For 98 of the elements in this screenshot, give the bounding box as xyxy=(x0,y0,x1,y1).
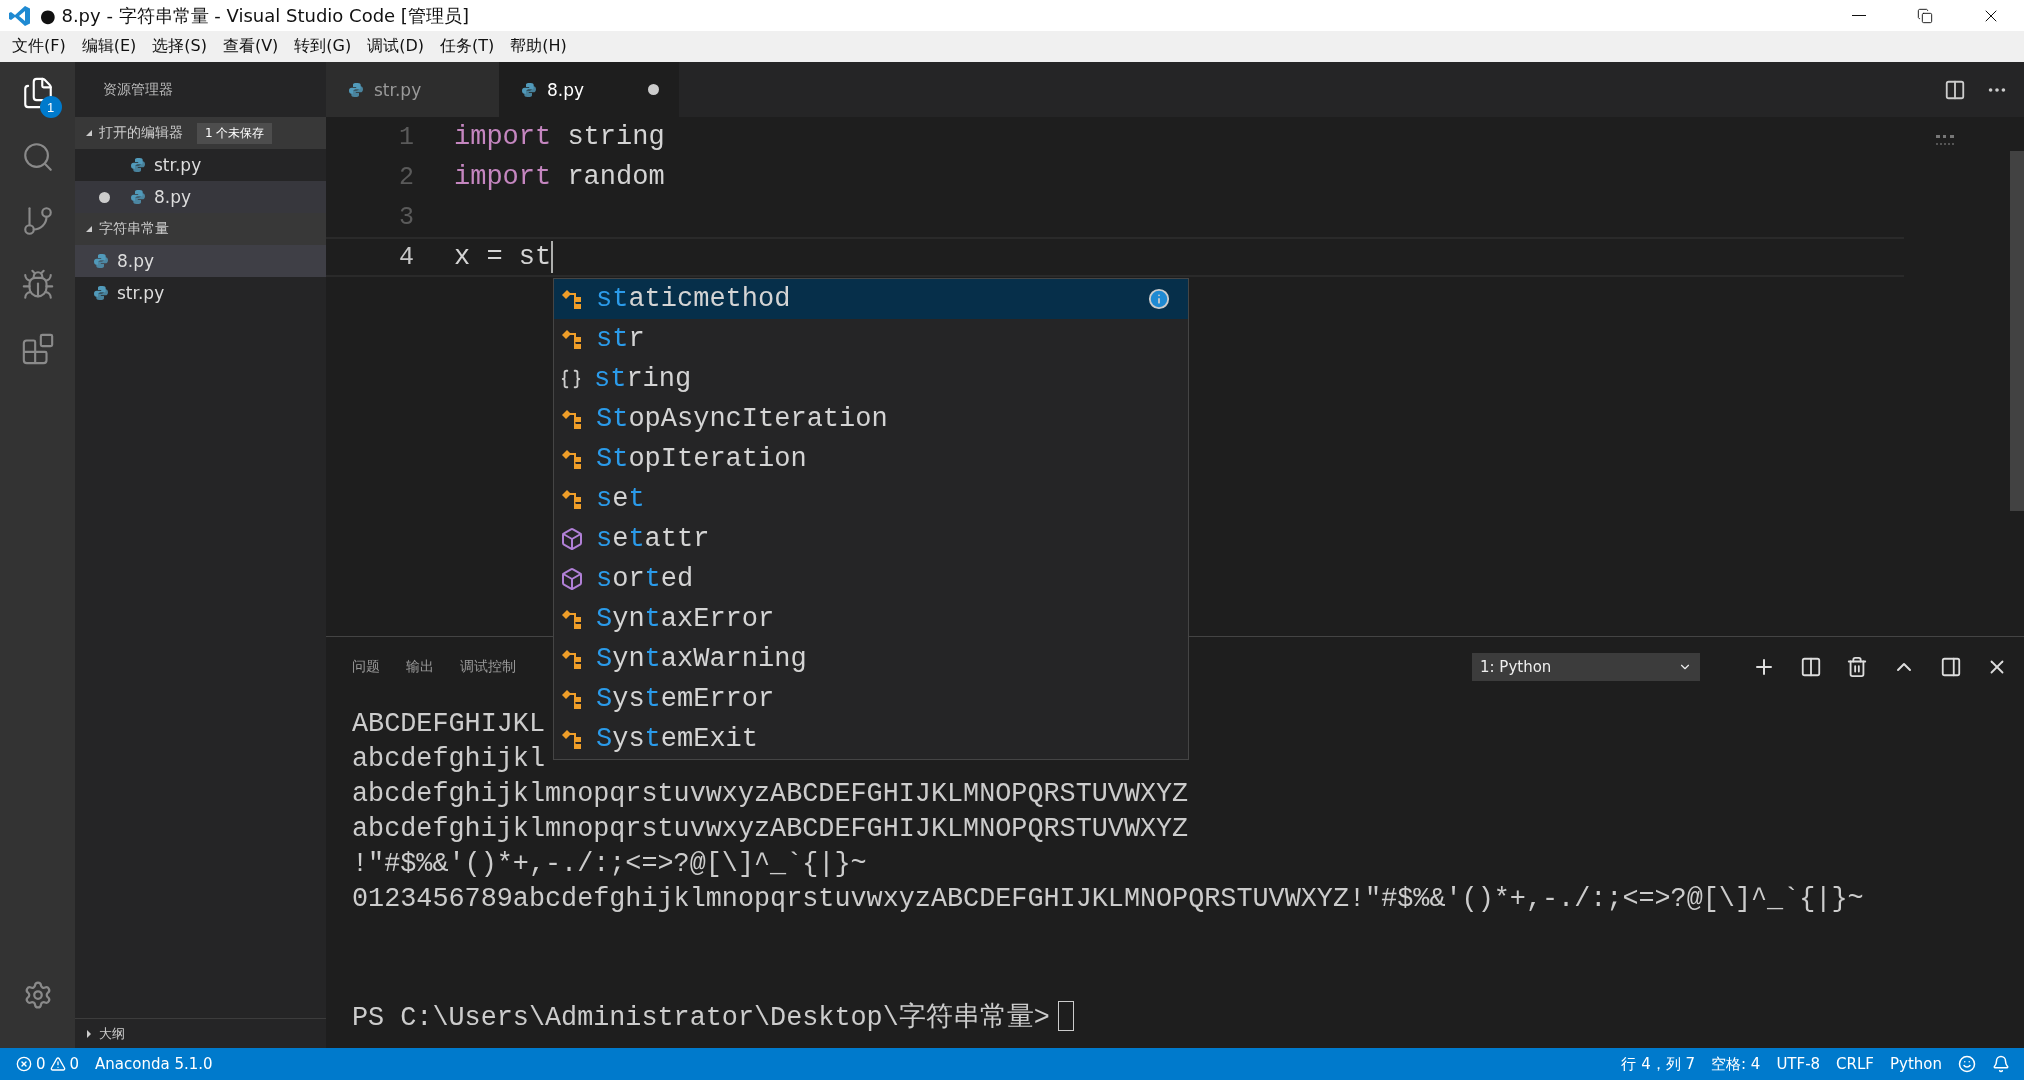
file-item[interactable]: str.py xyxy=(75,277,326,309)
braces-icon xyxy=(560,368,582,390)
explorer-button[interactable]: 1 xyxy=(11,68,64,118)
status-item[interactable]: UTF-8 xyxy=(1776,1055,1821,1073)
terminal-line: abcdefghijklmnopqrstuvwxyzABCDEFGHIJKLMNOPQRSTUVWXYZ xyxy=(352,778,1189,811)
text-cursor xyxy=(551,241,554,273)
minimap xyxy=(1936,135,1954,145)
class-icon xyxy=(560,607,584,631)
suggestion-item[interactable]: sorted xyxy=(554,559,1188,599)
sidebar-title: 资源管理器 xyxy=(102,79,174,99)
suggestion-item[interactable]: SystemError xyxy=(554,679,1188,719)
menu-item[interactable]: 选择(S) xyxy=(144,36,215,57)
python-file-icon xyxy=(348,81,364,98)
app-logo-icon xyxy=(8,3,32,28)
count-badge: 1 xyxy=(39,96,62,118)
suggestion-item[interactable]: StopIteration xyxy=(554,439,1188,479)
python-file-icon xyxy=(93,285,109,301)
trash-icon[interactable] xyxy=(1846,656,1868,678)
unsaved-dot-icon xyxy=(99,191,110,203)
terminal-cursor xyxy=(1057,1001,1074,1031)
editor-tab[interactable]: str.py xyxy=(326,62,499,117)
menu-item[interactable]: 文件(F) xyxy=(4,36,74,57)
class-icon xyxy=(560,647,584,671)
debug-icon xyxy=(20,268,55,302)
cube-icon xyxy=(560,527,584,551)
menu-item[interactable]: 调试(D) xyxy=(359,36,433,57)
menu-item[interactable]: 编辑(E) xyxy=(73,36,145,57)
feedback-icon[interactable] xyxy=(1958,1055,1976,1073)
terminal-line: abcdefghijklmnopqrstuvwxyzABCDEFGHIJKLMNOPQRSTUVWXYZ xyxy=(352,813,1189,846)
warning-icon xyxy=(49,1056,66,1072)
suggestion-item[interactable]: SyntaxWarning xyxy=(554,639,1188,679)
collapsed-arrow-icon xyxy=(85,1029,93,1038)
suggestion-item[interactable]: setattr xyxy=(554,519,1188,559)
line-number: 1 xyxy=(398,122,414,152)
code-line: x = st xyxy=(454,241,554,273)
class-icon xyxy=(560,287,584,311)
cube-icon xyxy=(560,567,584,591)
file-item[interactable]: str.py xyxy=(75,149,326,181)
terminal-line: 0123456789abcdefghijklmnopqrstuvwxyzABCDEFGHIJKLMNOPQRSTUVWXYZ!"#$%&'()*+,-./:;<=>?@[\]^_`{|}~ xyxy=(352,883,1864,916)
python-file-icon xyxy=(130,189,146,205)
minimize-icon xyxy=(1852,15,1866,16)
status-item[interactable]: 空格: 4 xyxy=(1711,1054,1761,1074)
unsaved-dot-icon xyxy=(648,84,659,95)
menu-item[interactable]: 转到(G) xyxy=(286,36,360,57)
python-file-icon xyxy=(521,81,537,98)
class-icon xyxy=(560,687,584,711)
section-header[interactable]: 打开的编辑器 1 个未保存 xyxy=(75,117,326,149)
class-icon xyxy=(560,727,584,751)
suggestion-item[interactable]: string xyxy=(554,359,1188,399)
menu-item[interactable]: 任务(T) xyxy=(432,36,503,57)
split-terminal-icon[interactable] xyxy=(1800,656,1822,678)
python-file-icon xyxy=(130,157,146,173)
suggestion-item[interactable]: staticmethod xyxy=(554,279,1188,319)
split-editor-icon[interactable] xyxy=(1944,78,1966,101)
line-number: 2 xyxy=(398,162,414,192)
code-line: import string xyxy=(454,122,665,152)
line-number: 4 xyxy=(398,242,414,272)
section-header[interactable]: 字符串常量 xyxy=(75,213,326,245)
terminal-line: !"#$%&'()*+,-./:;<=>?@[\]^_`{|}~ xyxy=(352,848,867,881)
restore-icon xyxy=(1917,7,1933,24)
menu-item[interactable]: 帮助(H) xyxy=(502,36,575,57)
terminal-line: ABCDEFGHIJKL xyxy=(352,708,545,741)
class-icon xyxy=(560,327,584,351)
file-item[interactable]: 8.py xyxy=(75,245,326,277)
file-item[interactable]: 8.py xyxy=(75,181,326,213)
terminal-line: abcdefghijkl xyxy=(352,743,545,776)
problems-status[interactable]: 0 0 xyxy=(16,1055,80,1073)
suggestion-item[interactable]: StopAsyncIteration xyxy=(554,399,1188,439)
panel-tab[interactable]: 调试控制 xyxy=(460,657,516,677)
unsaved-badge: 1 个未保存 xyxy=(197,122,273,144)
window-title: ● 8.py - 字符串常量 - Visual Studio Code [管理员] xyxy=(40,3,470,28)
python-file-icon xyxy=(93,253,109,269)
panel-tab[interactable]: 输出 xyxy=(406,657,434,677)
class-icon xyxy=(560,447,584,471)
panel-tab[interactable]: 问题 xyxy=(352,657,380,677)
expanded-arrow-icon xyxy=(85,225,93,233)
menu-item[interactable]: 查看(V) xyxy=(214,36,287,57)
suggestion-item[interactable]: set xyxy=(554,479,1188,519)
code-line: import random xyxy=(454,162,665,192)
class-icon xyxy=(560,407,584,431)
suggestion-item[interactable]: str xyxy=(554,319,1188,359)
terminal-prompt: PS C:\Users\Administrator\Desktop\字符串常量> xyxy=(352,1001,1050,1034)
line-number: 3 xyxy=(398,202,414,232)
info-icon[interactable] xyxy=(1148,288,1170,310)
terminal-select[interactable]: 1: Python xyxy=(1472,653,1700,681)
notifications-icon[interactable] xyxy=(1992,1055,2010,1073)
interpreter-status[interactable]: Anaconda 5.1.0 xyxy=(95,1055,213,1073)
expanded-arrow-icon xyxy=(85,129,93,137)
status-item[interactable]: Python xyxy=(1890,1055,1942,1073)
extensions-icon xyxy=(20,332,55,366)
status-item[interactable]: 行 4，列 7 xyxy=(1621,1054,1695,1074)
class-icon xyxy=(560,487,584,511)
editor-tab[interactable]: 8.py xyxy=(499,62,679,117)
suggestion-item[interactable]: SyntaxError xyxy=(554,599,1188,639)
panel-layout-icon[interactable] xyxy=(1940,656,1962,678)
error-icon xyxy=(16,1056,32,1072)
suggestion-item[interactable]: SystemExit xyxy=(554,719,1188,759)
status-item[interactable]: CRLF xyxy=(1836,1055,1874,1073)
